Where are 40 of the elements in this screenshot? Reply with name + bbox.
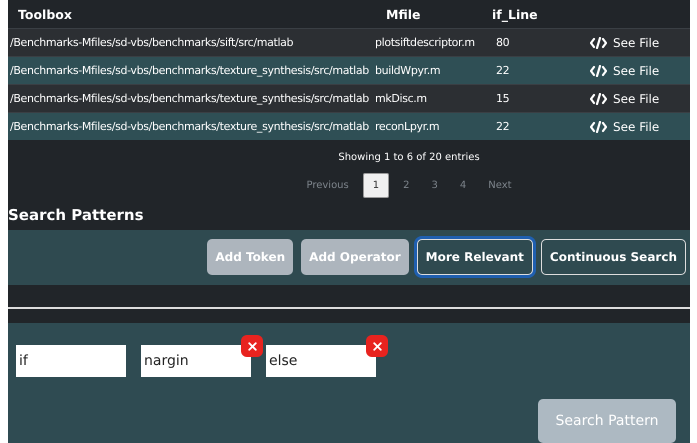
table-cell-text: /Benchmarks-Mfiles/sd-vbs/benchmarks/sift/src/matlab xyxy=(9,36,294,49)
table-cell-text: buildWpyr.m xyxy=(374,64,442,77)
column-header: if_Line xyxy=(491,6,539,22)
remove-button[interactable] xyxy=(241,335,263,357)
page-button[interactable]: 1 xyxy=(362,173,390,198)
token-field[interactable]: if xyxy=(16,345,126,377)
table-cell-text: /Benchmarks-Mfiles/sd-vbs/benchmarks/texture_synthesis/src/matlab xyxy=(9,92,370,105)
remove-button[interactable] xyxy=(366,335,388,357)
table-cell-text: reconLpyr.m xyxy=(374,120,440,133)
action-button[interactable]: More Relevant xyxy=(416,239,533,276)
code-icon xyxy=(590,64,607,76)
page-button[interactable]: Next xyxy=(480,174,520,197)
section-title: Search Patterns xyxy=(8,206,144,226)
page-button[interactable]: Previous xyxy=(298,174,357,197)
action-button[interactable]: Continuous Search xyxy=(540,239,686,276)
close-icon xyxy=(246,340,258,352)
table-cell-text: 22 xyxy=(495,64,510,77)
see-file-link[interactable]: See File xyxy=(590,120,660,134)
column-header: Toolbox xyxy=(17,6,73,22)
entries-info: Showing 1 to 6 of 20 entries xyxy=(338,152,480,163)
table-cell-text: 22 xyxy=(495,120,510,133)
see-file-link[interactable]: See File xyxy=(590,64,660,78)
page-button[interactable]: 2 xyxy=(395,174,418,197)
token-field[interactable]: nargin xyxy=(141,345,251,377)
column-header: Mfile xyxy=(385,6,422,22)
table-cell-text: /Benchmarks-Mfiles/sd-vbs/benchmarks/texture_synthesis/src/matlab xyxy=(9,120,370,133)
see-file-link[interactable]: See File xyxy=(590,36,660,50)
page-button[interactable]: 4 xyxy=(452,174,474,197)
token-field[interactable]: else xyxy=(266,345,376,377)
close-icon xyxy=(370,340,384,352)
code-icon xyxy=(590,92,607,104)
table-cell-text: mkDisc.m xyxy=(374,92,428,105)
table-cell-text: 80 xyxy=(495,36,510,49)
table-cell-text: 15 xyxy=(495,92,510,105)
see-file-link[interactable]: See File xyxy=(590,92,660,106)
page-button[interactable]: 3 xyxy=(423,174,446,197)
table-cell-text: /Benchmarks-Mfiles/sd-vbs/benchmarks/texture_synthesis/src/matlab xyxy=(9,64,370,77)
table-cell-text: plotsiftdescriptor.m xyxy=(374,36,476,49)
code-icon xyxy=(590,36,607,48)
code-icon xyxy=(590,120,607,132)
